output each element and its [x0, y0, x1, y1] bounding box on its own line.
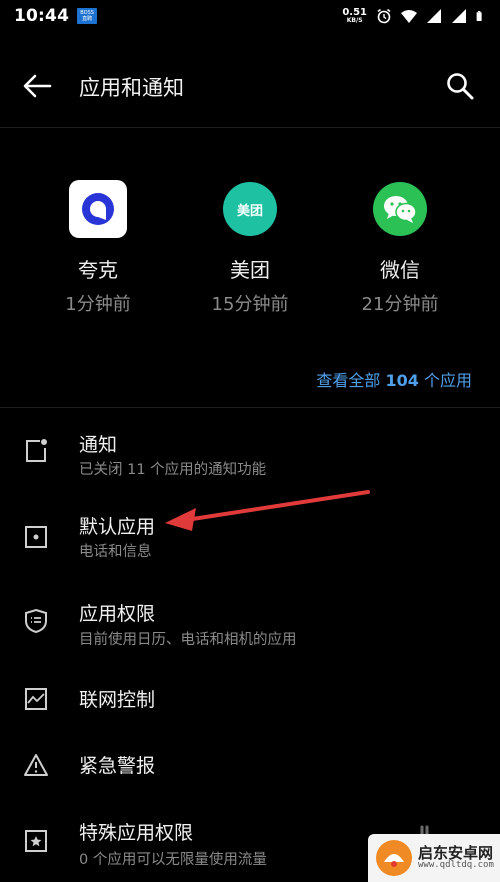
alarm-icon: [377, 8, 391, 24]
quark-app-icon-wrap: [69, 180, 127, 238]
recent-app-wechat[interactable]: 微信 21分钟前: [330, 180, 470, 316]
recent-app-time: 15分钟前: [211, 294, 289, 315]
boss-badge-line2: 直聘: [82, 16, 93, 22]
meituan-icon-text: 美团: [236, 203, 263, 219]
settings-item-subtitle: 电话和信息: [79, 544, 152, 560]
wechat-app-icon: [373, 182, 427, 236]
watermark-name: 启东安卓网: [418, 843, 494, 862]
warning-triangle-icon: [24, 754, 48, 776]
status-time: 10:44: [14, 6, 70, 26]
see-all-apps-link[interactable]: 查看全部 104 个应用: [316, 367, 472, 391]
network-speed-unit: KB/S: [346, 17, 363, 24]
notification-icon: [26, 439, 47, 462]
watermark: 启东安卓网 www.qdltdq.com: [368, 834, 500, 882]
settings-item-notifications[interactable]: 通知 已关闭 11 个应用的通知功能: [0, 422, 500, 492]
data-usage-chart-icon: [25, 688, 47, 710]
section-divider: [0, 407, 500, 408]
header-divider: [0, 127, 500, 128]
recent-app-name: 夸克: [78, 258, 118, 282]
wechat-logo-icon: [384, 196, 417, 223]
settings-item-title: 紧急警报: [79, 755, 156, 777]
settings-item-default-apps[interactable]: 默认应用 电话和信息: [0, 502, 500, 572]
settings-item-title: 应用权限: [79, 603, 156, 625]
signal-icon: [452, 9, 466, 23]
recent-app-meituan[interactable]: 美团 美团 15分钟前: [180, 180, 320, 316]
watermark-logo-icon: [376, 840, 412, 876]
settings-item-app-permissions[interactable]: 应用权限 目前使用日历、电话和相机的应用: [0, 592, 500, 662]
meituan-app-icon: 美团: [223, 182, 277, 236]
settings-item-title: 默认应用: [79, 516, 156, 538]
status-left: 10:44 BOSS 直聘: [14, 6, 98, 26]
settings-item-title: 特殊应用权限: [79, 822, 194, 844]
watermark-url: www.qdltdq.com: [418, 860, 494, 871]
settings-item-subtitle: 目前使用日历、电话和相机的应用: [79, 632, 297, 648]
recent-app-time: 21分钟前: [361, 294, 439, 315]
settings-item-title: 通知: [79, 434, 118, 456]
settings-item-emergency-alerts[interactable]: 紧急警报: [0, 740, 500, 796]
app-bar: 应用和通知: [0, 56, 500, 116]
default-apps-icon: [25, 526, 47, 548]
status-bar: 10:44 BOSS 直聘 0.51 KB/S: [0, 0, 500, 32]
page-title: 应用和通知: [79, 76, 184, 100]
quark-app-icon: [69, 180, 127, 238]
recent-apps: 夸克 1分钟前 美团 美团 15分钟前 微信 21分钟前: [0, 180, 500, 320]
wechat-app-icon-wrap: [371, 180, 429, 238]
settings-item-subtitle: 已关闭 11 个应用的通知功能: [79, 462, 267, 478]
battery-icon: [476, 11, 482, 21]
status-right: 0.51 KB/S: [342, 8, 486, 24]
shield-list-icon: [25, 608, 47, 634]
boss-notification-icon: BOSS 直聘: [77, 8, 98, 24]
see-all-suffix: 个应用: [423, 371, 472, 390]
quark-logo-icon: [82, 193, 114, 225]
settings-item-network-control[interactable]: 联网控制: [0, 672, 500, 728]
recent-app-quark[interactable]: 夸克 1分钟前: [28, 180, 168, 316]
star-square-icon: [25, 830, 47, 852]
wifi-icon: [401, 10, 417, 23]
meituan-app-icon-wrap: 美团: [221, 180, 279, 238]
signal-icon: [427, 9, 441, 23]
recent-app-name: 美团: [230, 258, 270, 282]
arrow-left-icon[interactable]: [22, 73, 52, 99]
see-all-prefix: 查看全部: [316, 371, 381, 390]
recent-app-name: 微信: [380, 258, 420, 282]
see-all-count: 104: [385, 371, 419, 390]
recent-app-time: 1分钟前: [65, 294, 131, 315]
network-speed: 0.51 KB/S: [342, 8, 367, 24]
settings-item-title: 联网控制: [79, 689, 156, 711]
search-icon[interactable]: [444, 70, 476, 102]
settings-item-subtitle: 0 个应用可以无限量使用流量: [79, 852, 267, 868]
watermark-text: 启东安卓网 www.qdltdq.com: [418, 845, 494, 871]
